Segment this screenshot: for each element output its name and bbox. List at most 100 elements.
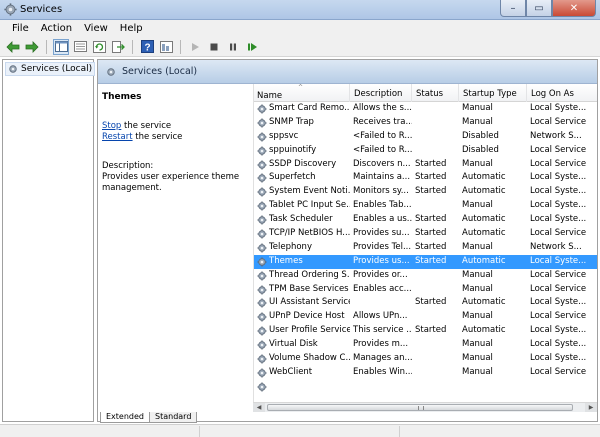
restart-icon	[247, 42, 257, 51]
refresh-button[interactable]	[91, 39, 107, 55]
service-status: Started	[415, 158, 447, 169]
table-row[interactable]: Telephony Provides Tel... Started Manual Net…	[254, 241, 597, 255]
service-startup-type: Disabled	[462, 144, 499, 155]
service-name-cell: SNMP Trap	[254, 116, 350, 130]
service-log-on-as: Local Service	[530, 228, 587, 239]
service-name: Tablet PC Input Se...	[269, 200, 350, 211]
list-header: ^ Name Description Status Startup Type L…	[254, 84, 597, 102]
service-log-on-as	[527, 380, 597, 394]
table-row[interactable]	[254, 380, 597, 394]
service-name-cell: Task Scheduler	[254, 213, 350, 227]
table-row[interactable]: Volume Shadow C... Manages an... Manual Loc…	[254, 352, 597, 366]
column-header-name[interactable]: ^ Name	[254, 84, 350, 102]
column-header-description[interactable]: Description	[350, 84, 412, 102]
properties-button[interactable]	[158, 39, 174, 55]
service-startup-type: Automatic	[462, 255, 506, 266]
table-row[interactable]: TCP/IP NetBIOS H... Provides su... Started…	[254, 227, 597, 241]
minimize-icon: –	[510, 2, 516, 14]
minimize-button[interactable]: –	[500, 0, 526, 17]
service-status	[412, 366, 459, 380]
service-name-cell: Telephony	[254, 241, 350, 255]
service-gear-icon	[257, 271, 267, 281]
table-row[interactable]: UI Assistant Service Started Automatic Loca…	[254, 296, 597, 310]
restart-service-link[interactable]: Restart	[102, 132, 133, 142]
tab-extended[interactable]: Extended	[100, 412, 150, 423]
table-row[interactable]: SSDP Discovery Discovers n... Started Manua…	[254, 158, 597, 172]
back-button[interactable]	[5, 39, 21, 55]
table-row[interactable]: sppsvc <Failed to R... Disabled Network S..…	[254, 130, 597, 144]
stop-action-line: Stop the service	[102, 121, 248, 132]
column-header-status[interactable]: Status	[412, 84, 459, 102]
start-service-button[interactable]	[187, 39, 203, 55]
service-name: User Profile Service	[269, 325, 350, 336]
column-header-log-on-as[interactable]: Log On As	[527, 84, 597, 102]
show-tree-button[interactable]	[53, 38, 69, 55]
table-row[interactable]: Tablet PC Input Se... Enables Tab... Manua…	[254, 199, 597, 213]
service-status: Started	[415, 297, 447, 308]
table-row[interactable]: Thread Ordering S... Provides or... Manual…	[254, 269, 597, 283]
service-description: Manages an...	[353, 353, 412, 364]
table-row[interactable]: sppuinotify <Failed to R... Disabled Local …	[254, 144, 597, 158]
stop-service-link[interactable]: Stop	[102, 121, 121, 131]
export-list-button[interactable]	[72, 39, 88, 55]
service-gear-icon	[257, 132, 267, 142]
properties-icon	[159, 40, 173, 53]
table-row[interactable]: WebClient Enables Win... Manual Local Servi…	[254, 366, 597, 380]
scrollbar-thumb[interactable]	[267, 404, 573, 411]
menu-view[interactable]: View	[78, 23, 114, 34]
service-gear-icon	[257, 326, 267, 336]
tab-standard[interactable]: Standard	[149, 412, 198, 423]
services-panel: Services (Local) Themes Stop the service…	[97, 59, 598, 423]
tree-item-services-local[interactable]: Services (Local)	[5, 62, 96, 76]
pause-service-button[interactable]	[225, 39, 241, 55]
help-button[interactable]: ?	[139, 39, 155, 55]
table-row[interactable]: UPnP Device Host Allows UPn... Manual Local…	[254, 310, 597, 324]
stop-service-button[interactable]	[206, 39, 222, 55]
horizontal-scrollbar[interactable]: ◀ ▶	[253, 402, 597, 412]
column-header-startup-type[interactable]: Startup Type	[459, 84, 527, 102]
restart-service-button[interactable]	[244, 39, 260, 55]
help-icon: ?	[140, 40, 154, 53]
service-startup-type: Automatic	[462, 214, 506, 225]
menu-action[interactable]: Action	[35, 23, 78, 34]
table-row[interactable]: Task Scheduler Enables a us... Started Auto…	[254, 213, 597, 227]
service-name: sppsvc	[269, 130, 299, 141]
service-name-cell: TCP/IP NetBIOS H...	[254, 227, 350, 241]
scrollbar-grip	[418, 406, 424, 410]
export-button[interactable]	[110, 39, 126, 55]
service-startup-type: Automatic	[462, 297, 506, 308]
table-row[interactable]: User Profile Service This service ... Star…	[254, 324, 597, 338]
service-status	[412, 130, 459, 144]
service-name: Thread Ordering S...	[269, 269, 350, 280]
table-row[interactable]: System Event Noti... Monitors sy... Starte…	[254, 185, 597, 199]
maximize-button[interactable]: ▭	[526, 0, 552, 17]
service-name-cell: User Profile Service	[254, 324, 350, 338]
service-name: UPnP Device Host	[269, 311, 345, 322]
service-status	[412, 199, 459, 213]
menu-file[interactable]: File	[6, 23, 35, 34]
scroll-left-arrow[interactable]: ◀	[253, 403, 265, 412]
service-startup-type: Manual	[462, 241, 493, 252]
table-row-selected[interactable]: Themes Provides us... Started Automatic Loca…	[254, 254, 597, 269]
menu-help[interactable]: Help	[114, 23, 149, 34]
service-startup-type	[459, 380, 527, 394]
service-log-on-as: Local Service	[530, 116, 587, 127]
close-button[interactable]: ✕	[552, 0, 596, 17]
service-status	[412, 310, 459, 324]
forward-button[interactable]	[24, 39, 40, 55]
status-cell	[0, 426, 200, 437]
table-row[interactable]: Smart Card Remo... Allows the s... Manual L…	[254, 102, 597, 116]
service-log-on-as: Local Service	[530, 269, 587, 280]
table-row[interactable]: SNMP Trap Receives tra... Manual Local Serv…	[254, 116, 597, 130]
tree-item-label: Services (Local)	[21, 64, 93, 74]
table-row[interactable]: TPM Base Services Enables acc... Manual Loc…	[254, 283, 597, 297]
table-row[interactable]: Superfetch Maintains a... Started Automatic…	[254, 171, 597, 185]
table-row[interactable]: Virtual Disk Provides m... Manual Local Sys…	[254, 338, 597, 352]
scroll-right-arrow[interactable]: ▶	[585, 403, 597, 412]
service-name: Task Scheduler	[269, 214, 333, 225]
service-startup-type: Manual	[462, 353, 493, 364]
service-name: Superfetch	[269, 172, 316, 183]
service-gear-icon	[257, 340, 267, 350]
sort-ascending-icon: ^	[298, 84, 304, 91]
console-tree: Services (Local)	[2, 59, 96, 422]
